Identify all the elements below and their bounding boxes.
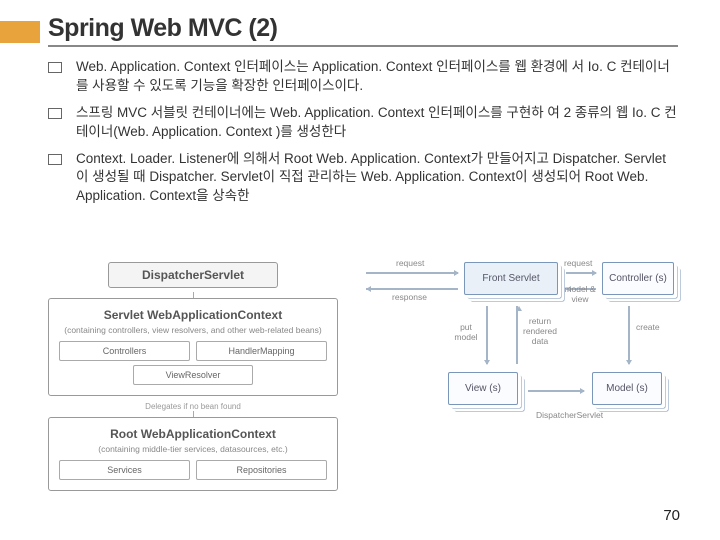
arrow-icon — [486, 306, 488, 364]
dispatcher-box: DispatcherServlet — [108, 262, 278, 288]
arrow-icon — [516, 306, 518, 364]
controller-box: Controller (s) — [602, 262, 674, 295]
arrow-icon — [628, 306, 630, 364]
request-label: request — [396, 258, 424, 268]
bullet-text: Web. Application. Context 인터페이스는 Applica… — [76, 58, 678, 96]
servlet-wac-box: Servlet WebApplicationContext (containin… — [48, 298, 338, 396]
handlermapping-box: HandlerMapping — [196, 341, 327, 361]
dispatcher-label: DispatcherServlet — [536, 410, 603, 420]
list-item: 스프링 MVC 서블릿 컨테이너에는 Web. Application. Con… — [48, 104, 678, 142]
arrow-icon — [366, 272, 458, 274]
arrow-icon — [366, 288, 458, 290]
servlet-wac-sub: (containing controllers, view resolvers,… — [59, 325, 327, 335]
modelview-label: model & view — [560, 284, 600, 304]
right-diagram: Front Servlet Controller (s) View (s) Mo… — [356, 262, 678, 497]
root-wac-title: Root WebApplicationContext — [59, 424, 327, 444]
root-wac-sub: (containing middle-tier services, dataso… — [59, 444, 327, 454]
request-label: request — [564, 258, 592, 268]
create-label: create — [636, 322, 660, 332]
putmodel-label: put model — [452, 322, 480, 342]
response-label: response — [392, 292, 427, 302]
repositories-box: Repositories — [196, 460, 327, 480]
controllers-box: Controllers — [59, 341, 190, 361]
model-box: Model (s) — [592, 372, 662, 405]
view-box: View (s) — [448, 372, 518, 405]
return-label: return rendered data — [520, 316, 560, 346]
page-title: Spring Web MVC (2) — [48, 14, 678, 47]
root-wac-box: Root WebApplicationContext (containing m… — [48, 417, 338, 491]
delegates-label: Delegates if no bean found — [48, 402, 338, 411]
bullet-icon — [48, 62, 62, 73]
left-diagram: DispatcherServlet Servlet WebApplication… — [48, 262, 338, 497]
bullet-icon — [48, 108, 62, 119]
diagrams-row: DispatcherServlet Servlet WebApplication… — [48, 262, 678, 497]
arrow-icon — [566, 272, 596, 274]
list-item: Web. Application. Context 인터페이스는 Applica… — [48, 58, 678, 96]
viewresolver-box: ViewResolver — [133, 365, 254, 385]
services-box: Services — [59, 460, 190, 480]
front-servlet-box: Front Servlet — [464, 262, 558, 295]
page-number: 70 — [663, 507, 680, 524]
bullet-text: 스프링 MVC 서블릿 컨테이너에는 Web. Application. Con… — [76, 104, 678, 142]
arrow-icon — [528, 390, 584, 392]
bullet-list: Web. Application. Context 인터페이스는 Applica… — [48, 58, 678, 214]
servlet-wac-title: Servlet WebApplicationContext — [59, 305, 327, 325]
bullet-text: Context. Loader. Listener에 의해서 Root Web.… — [76, 150, 678, 207]
list-item: Context. Loader. Listener에 의해서 Root Web.… — [48, 150, 678, 207]
accent-bar — [0, 21, 40, 43]
bullet-icon — [48, 154, 62, 165]
